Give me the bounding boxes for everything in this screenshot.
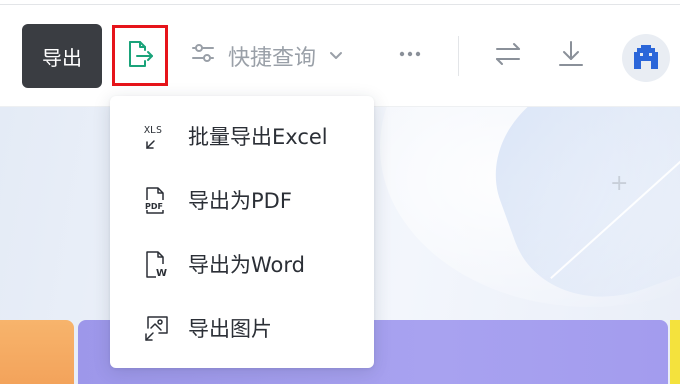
quick-query-label: 快捷查询 — [228, 46, 317, 71]
quick-query-dropdown[interactable]: 快捷查询 — [190, 38, 344, 74]
pdf-file-icon: PDF — [142, 185, 172, 215]
card-yellow[interactable] — [670, 320, 680, 384]
image-file-icon — [142, 313, 172, 343]
svg-text:W: W — [156, 268, 167, 278]
word-file-icon: W — [142, 249, 172, 279]
menu-item-label: 导出图片 — [188, 317, 272, 341]
sliders-icon — [190, 40, 216, 72]
more-button[interactable] — [390, 36, 430, 76]
menu-item-export-word[interactable]: W 导出为Word — [110, 232, 374, 296]
sparkle-icon: + — [610, 171, 629, 196]
menu-item-label: 导出为PDF — [188, 189, 292, 213]
svg-text:XLS: XLS — [144, 125, 162, 136]
menu-item-export-excel[interactable]: XLS 批量导出Excel — [110, 104, 374, 168]
export-dropdown-menu: XLS 批量导出Excel PDF 导出为PDF W 导出为Word 导出图片 — [110, 96, 374, 368]
menu-item-label: 导出为Word — [188, 253, 305, 277]
download-button[interactable] — [551, 36, 591, 76]
more-horizontal-icon — [397, 41, 423, 71]
chevron-down-icon — [328, 44, 344, 69]
download-icon — [556, 39, 586, 73]
swap-button[interactable] — [488, 36, 528, 76]
export-tooltip-text: 导出 — [42, 45, 82, 70]
avatar-icon — [631, 43, 661, 73]
user-avatar[interactable] — [622, 34, 670, 82]
toolbar-divider — [458, 36, 459, 76]
menu-item-export-image[interactable]: 导出图片 — [110, 296, 374, 360]
svg-text:PDF: PDF — [145, 202, 163, 211]
export-tooltip: 导出 — [22, 24, 102, 88]
export-button[interactable] — [112, 25, 168, 86]
card-orange[interactable] — [0, 320, 74, 384]
swap-arrows-icon — [493, 39, 523, 73]
export-file-icon — [125, 39, 155, 73]
menu-item-export-pdf[interactable]: PDF 导出为PDF — [110, 168, 374, 232]
menu-item-label: 批量导出Excel — [188, 125, 328, 149]
xls-file-icon: XLS — [142, 121, 172, 151]
